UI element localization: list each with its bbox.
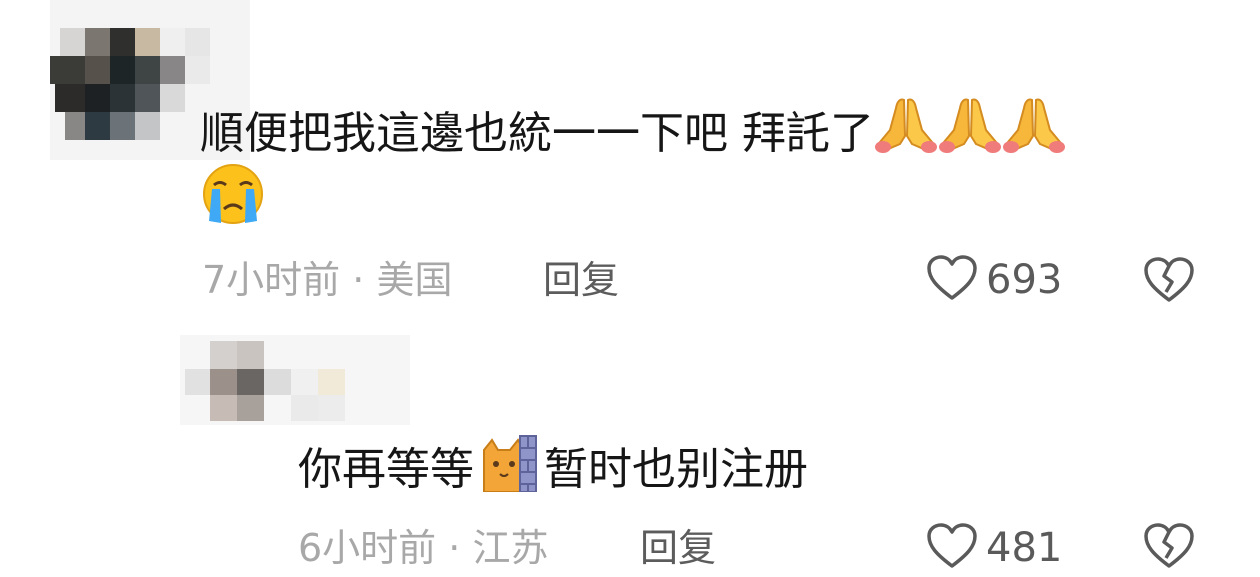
comment-text-line: 你再等等 — [298, 444, 474, 495]
heart-icon — [926, 522, 978, 574]
comment-text — [200, 163, 266, 241]
timestamp: 6小时前 — [298, 526, 437, 570]
comment-text: 你再等等 暂时也别注册 — [298, 434, 808, 508]
folded-hands-icon — [1002, 94, 1066, 172]
like-count: 481 — [986, 525, 1063, 571]
comment-meta: 6小时前 · 江苏 — [298, 526, 548, 570]
heart-icon — [926, 254, 978, 306]
reply-button[interactable]: 回复 — [543, 258, 619, 302]
timestamp: 7小时前 — [202, 258, 341, 302]
reply-button[interactable]: 回复 — [640, 526, 716, 570]
comment-text-line: 順便把我這邊也統一一下吧 拜託了 — [200, 108, 874, 159]
location: 江苏 — [472, 526, 549, 570]
avatar[interactable] — [180, 335, 410, 425]
folded-hands-icon — [938, 94, 1002, 172]
separator: · — [448, 526, 461, 570]
separator: · — [352, 258, 365, 302]
dislike-button[interactable] — [1143, 256, 1195, 308]
comment-text: 順便把我這邊也統一一下吧 拜託了 — [200, 94, 1066, 172]
broken-heart-icon — [1143, 257, 1195, 308]
location: 美国 — [376, 258, 453, 302]
like-button[interactable]: 693 — [926, 254, 1062, 306]
cat-behind-wall-icon — [480, 434, 538, 508]
dislike-button[interactable] — [1143, 522, 1195, 574]
comment-meta: 7小时前 · 美国 — [202, 258, 452, 302]
like-button[interactable]: 481 — [926, 522, 1062, 574]
crying-face-icon — [200, 163, 266, 241]
folded-hands-icon — [874, 94, 938, 172]
like-count: 693 — [986, 257, 1063, 303]
comment-text-line: 暂时也别注册 — [544, 444, 808, 495]
broken-heart-icon — [1143, 523, 1195, 574]
